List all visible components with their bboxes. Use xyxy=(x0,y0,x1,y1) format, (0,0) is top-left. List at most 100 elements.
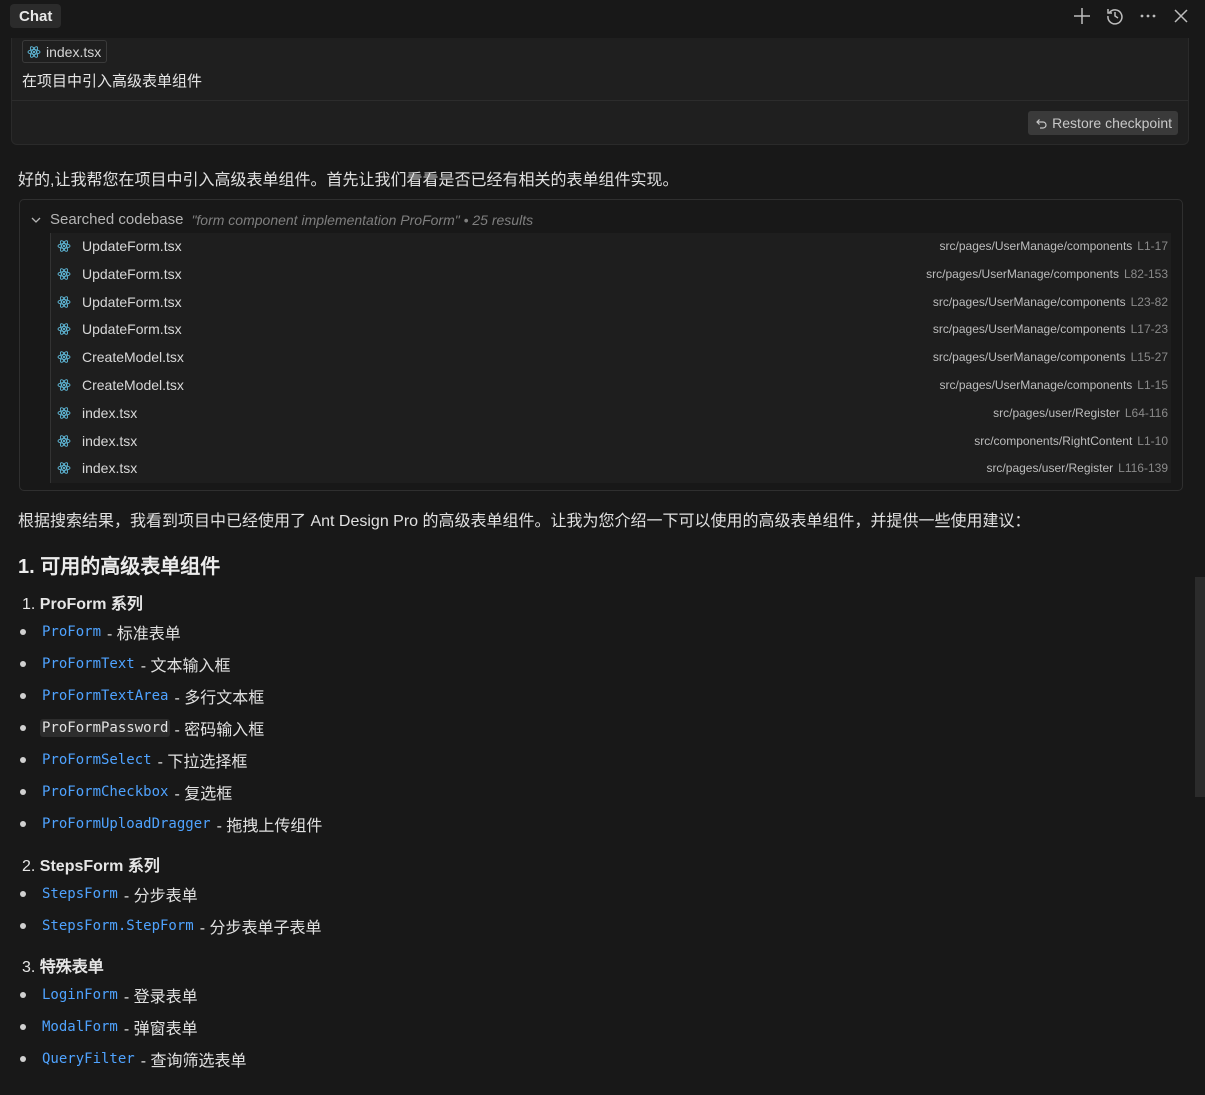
assistant-intro: 好的,让我帮您在项目中引入高级表单组件。首先让我们看看是否已经有相关的表单组件实… xyxy=(18,172,679,189)
list-item: StepsForm - 分步表单 xyxy=(20,882,198,906)
component-desc: - 复选框 xyxy=(174,786,233,803)
assistant-summary: 根据搜索结果，我看到项目中已经使用了 Ant Design Pro 的高级表单组… xyxy=(18,513,1031,530)
file-chip[interactable]: index.tsx xyxy=(22,40,108,63)
search-result-row[interactable]: UpdateForm.tsx src/pages/UserManage/compo… xyxy=(51,233,1171,260)
component-code[interactable]: ProFormSelect xyxy=(40,751,154,769)
result-path-text: src/pages/UserManage/components xyxy=(932,350,1126,365)
plus-icon[interactable] xyxy=(1071,4,1092,28)
component-code[interactable]: StepsForm.StepForm xyxy=(40,917,196,935)
bullet xyxy=(20,661,26,667)
component-desc: - 下拉选择框 xyxy=(157,754,248,771)
result-path-text: src/pages/UserManage/components xyxy=(932,322,1126,337)
component-desc: - 查询筛选表单 xyxy=(140,1053,247,1070)
result-line-range: L116-139 xyxy=(1118,461,1168,476)
component-code[interactable]: ProFormTextArea xyxy=(40,687,170,705)
component-code[interactable]: LoginForm xyxy=(40,986,120,1004)
component-desc: - 密码输入框 xyxy=(174,722,265,739)
close-icon[interactable] xyxy=(1170,4,1191,28)
search-result-row[interactable]: UpdateForm.tsx src/pages/UserManage/compo… xyxy=(51,261,1171,288)
search-results-block: Searched codebase "form component implem… xyxy=(19,199,1183,491)
search-result-row[interactable]: UpdateForm.tsx src/pages/UserManage/compo… xyxy=(51,289,1171,316)
result-filename: UpdateForm.tsx xyxy=(82,238,182,254)
result-line-range: L1-17 xyxy=(1137,239,1168,253)
react-file-icon xyxy=(57,460,71,479)
restore-checkpoint-button[interactable]: Restore checkpoint xyxy=(1028,111,1178,135)
component-code[interactable]: QueryFilter xyxy=(40,1050,137,1068)
react-file-icon xyxy=(57,266,71,285)
result-filename: CreateModel.tsx xyxy=(82,349,184,366)
list-item: ProFormTextArea - 多行文本框 xyxy=(20,684,264,708)
component-code[interactable]: ProFormUploadDragger xyxy=(40,815,213,833)
component-desc: - 分步表单 xyxy=(123,888,198,905)
bullet xyxy=(20,821,26,827)
component-code[interactable]: ProForm xyxy=(40,623,103,641)
list-item: ProFormCheckbox - 复选框 xyxy=(20,780,232,804)
result-path-text: src/pages/UserManage/components xyxy=(926,266,1119,281)
result-path: src/pages/UserManage/components L82-153 xyxy=(926,267,1168,281)
history-icon[interactable] xyxy=(1104,4,1125,28)
list-item: ProForm - 标准表单 xyxy=(20,620,181,644)
list-item: QueryFilter - 查询筛选表单 xyxy=(20,1047,247,1071)
result-filename: UpdateForm.tsx xyxy=(82,265,182,282)
group-number: 3. xyxy=(22,959,36,976)
search-result-row[interactable]: CreateModel.tsx src/pages/UserManage/comp… xyxy=(51,344,1171,371)
component-code[interactable]: ProFormText xyxy=(40,655,137,673)
result-path: src/pages/UserManage/components L15-27 xyxy=(933,350,1168,364)
result-path-text: src/pages/UserManage/components xyxy=(932,294,1126,309)
search-result-row[interactable]: index.tsx src/components/RightContent L1-1… xyxy=(51,428,1171,455)
search-result-row[interactable]: index.tsx src/pages/user/Register L64-116 xyxy=(51,400,1171,427)
user-message[interactable]: index.tsx 在项目中引入高级表单组件 Restore checkpoin… xyxy=(11,38,1189,145)
result-filename: index.tsx xyxy=(82,432,138,449)
result-line-range: L1-15 xyxy=(1137,378,1168,392)
component-code[interactable]: ProFormCheckbox xyxy=(40,783,170,801)
react-file-icon xyxy=(57,349,71,368)
search-result-row[interactable]: CreateModel.tsx src/pages/UserManage/comp… xyxy=(51,372,1171,399)
result-filename: UpdateForm.tsx xyxy=(82,321,182,338)
bullet xyxy=(20,923,26,929)
bullet xyxy=(20,789,26,795)
list-item: ModalForm - 弹窗表单 xyxy=(20,1015,198,1039)
result-path-text: src/pages/user/Register xyxy=(986,461,1114,476)
component-code[interactable]: StepsForm xyxy=(40,885,120,903)
result-filename: CreateModel.tsx xyxy=(82,377,184,393)
result-line-range: L82-153 xyxy=(1123,266,1168,281)
component-desc: - 拖拽上传组件 xyxy=(216,818,323,835)
result-path: src/pages/user/Register L64-116 xyxy=(993,406,1168,420)
scrollbar[interactable] xyxy=(1195,577,1205,797)
search-query: "form component implementation ProForm" … xyxy=(191,211,534,228)
result-filename: index.tsx xyxy=(82,404,138,421)
component-desc: - 登录表单 xyxy=(123,989,198,1006)
component-desc: - 弹窗表单 xyxy=(123,1021,198,1038)
undo-icon xyxy=(1036,119,1047,129)
result-line-range: L23-82 xyxy=(1130,294,1168,309)
list-item: StepsForm.StepForm - 分步表单子表单 xyxy=(20,914,322,938)
group-title: ProForm 系列 xyxy=(39,596,143,613)
search-result-row[interactable]: UpdateForm.tsx src/pages/UserManage/compo… xyxy=(51,316,1171,343)
result-path: src/pages/UserManage/components L1-17 xyxy=(940,239,1168,253)
more-icon[interactable] xyxy=(1137,4,1158,28)
chat-header: Chat xyxy=(0,0,1205,32)
result-path-text: src/pages/UserManage/components xyxy=(939,239,1133,253)
list-item: ProFormText - 文本输入框 xyxy=(20,652,231,676)
component-code[interactable]: ModalForm xyxy=(40,1018,120,1036)
component-code[interactable]: ProFormPassword xyxy=(40,719,171,737)
result-line-range: L17-23 xyxy=(1130,322,1168,337)
react-file-icon xyxy=(57,238,71,257)
group-heading: 3. 特殊表单 xyxy=(22,953,104,977)
bullet xyxy=(20,725,26,731)
component-desc: - 分步表单子表单 xyxy=(199,920,322,937)
component-desc: - 标准表单 xyxy=(107,626,181,643)
group-title: StepsForm 系列 xyxy=(39,858,160,875)
react-file-icon xyxy=(57,294,71,313)
search-header[interactable]: Searched codebase "form component implem… xyxy=(30,211,533,228)
search-result-row[interactable]: index.tsx src/pages/user/Register L116-139 xyxy=(51,455,1171,482)
result-path: src/components/RightContent L1-10 xyxy=(974,434,1168,448)
section-heading: 1. 可用的高级表单组件 xyxy=(18,556,221,578)
list-item: LoginForm - 登录表单 xyxy=(20,983,198,1007)
chat-tab[interactable]: Chat xyxy=(10,4,62,28)
result-line-range: L64-116 xyxy=(1124,405,1168,420)
result-path: src/pages/UserManage/components L23-82 xyxy=(933,295,1168,309)
result-line-range: L1-10 xyxy=(1137,433,1168,448)
result-path-text: src/pages/UserManage/components xyxy=(939,378,1133,392)
group-title: 特殊表单 xyxy=(39,959,104,976)
